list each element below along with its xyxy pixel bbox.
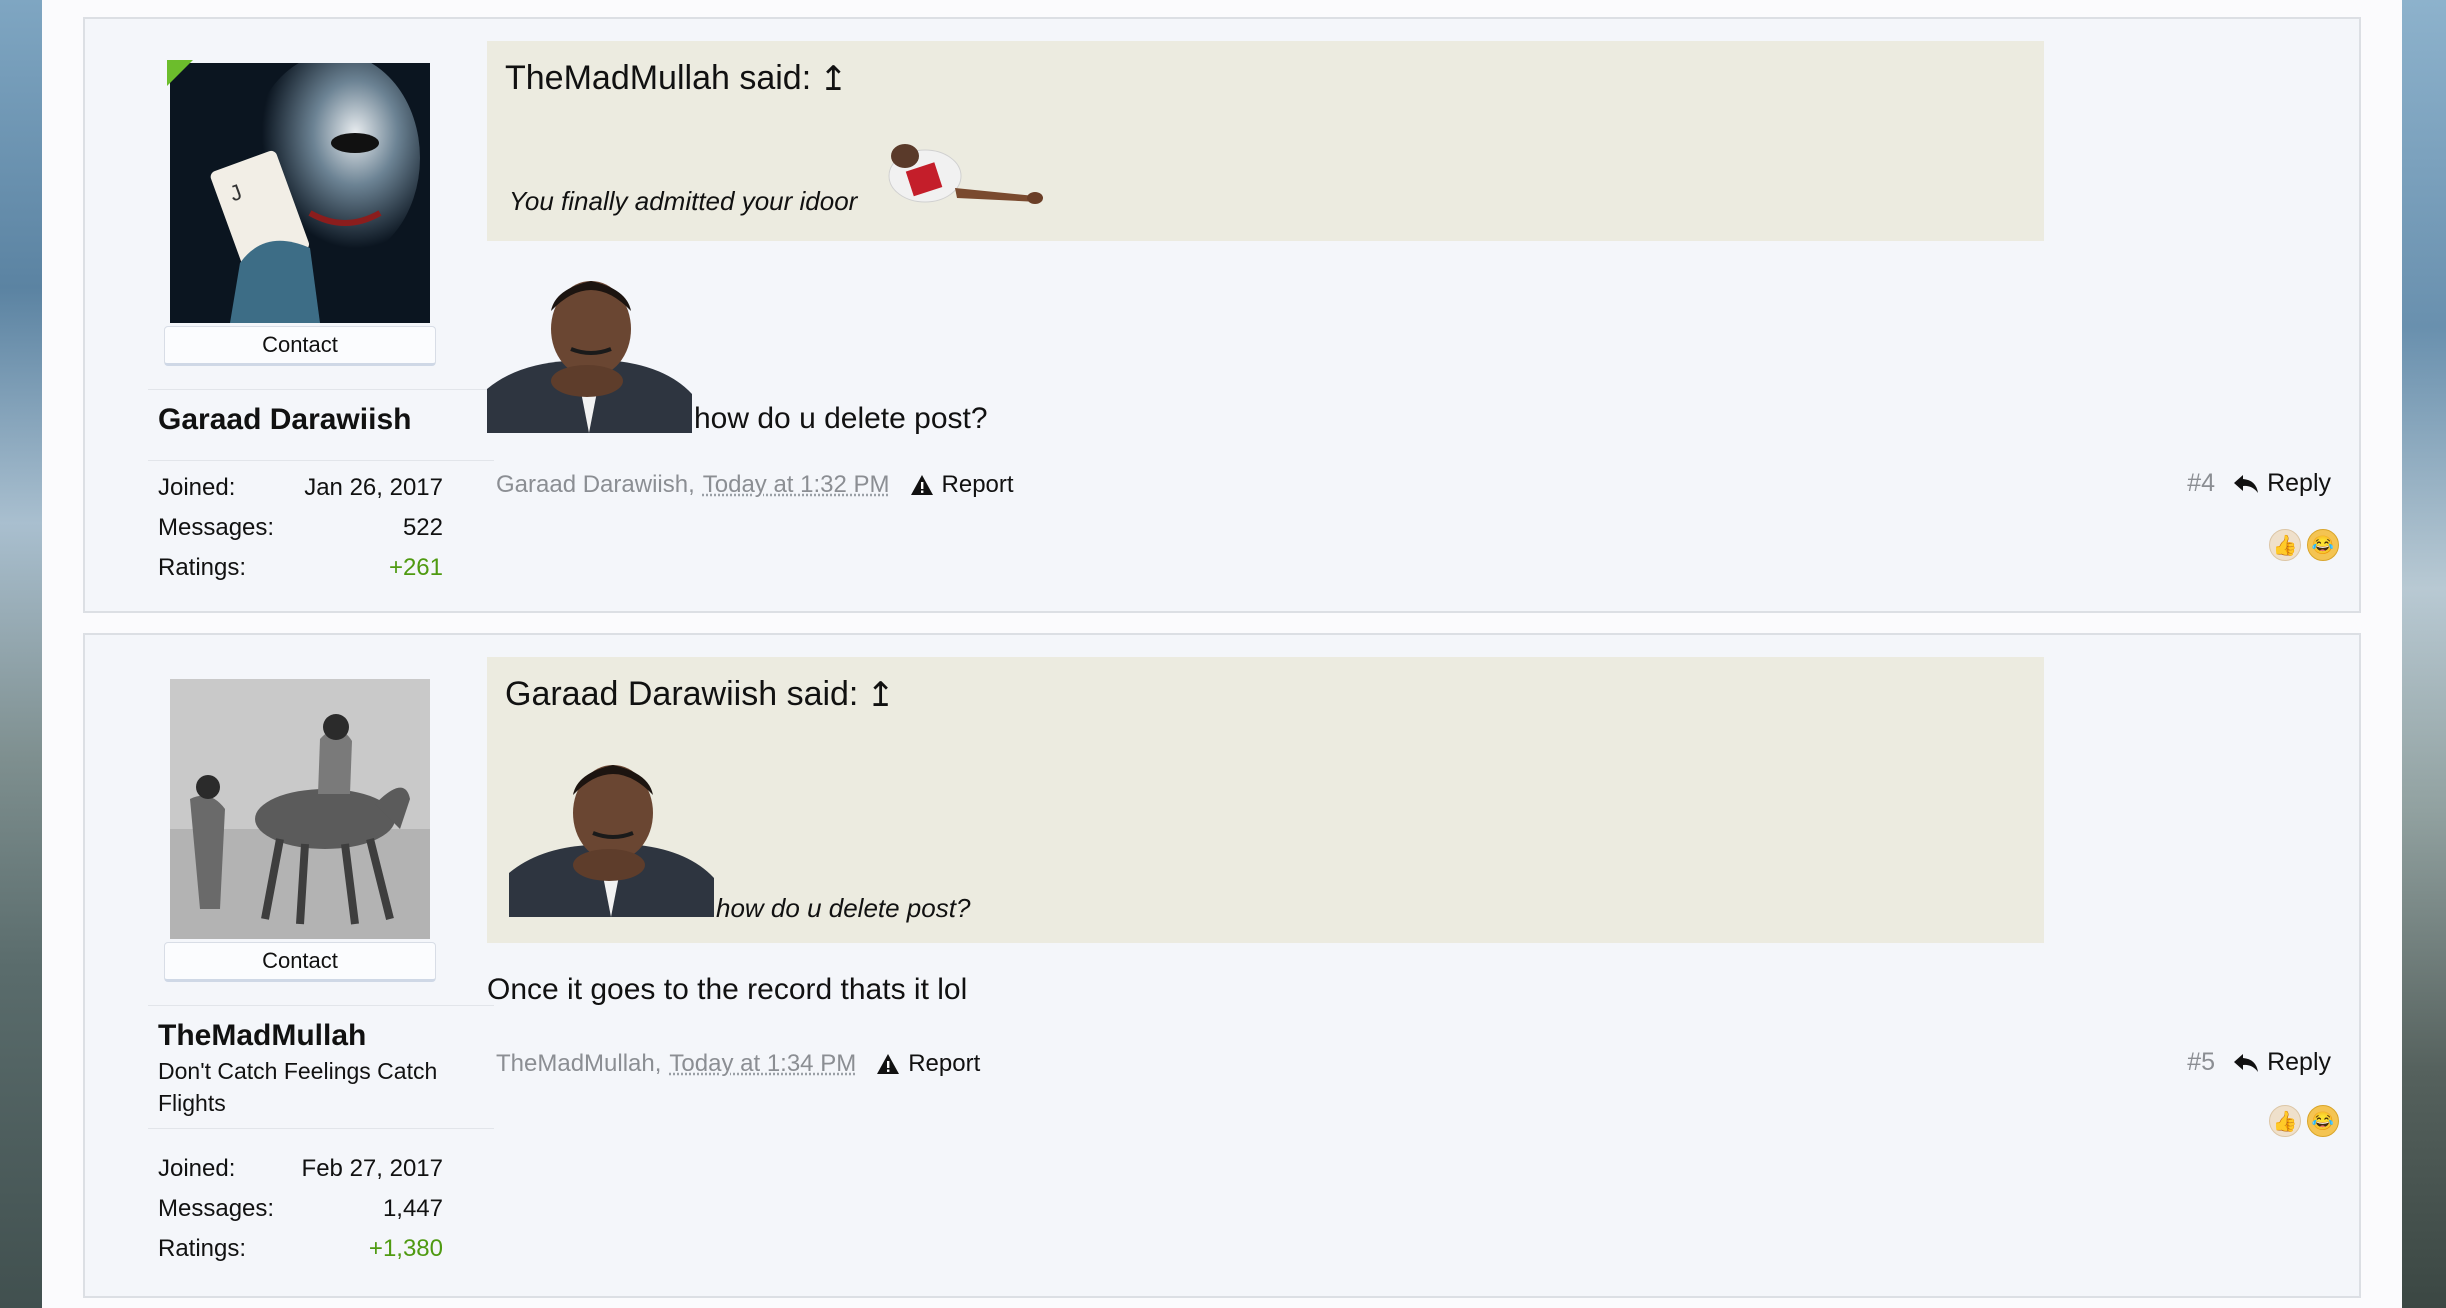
messages-stat: Messages: 522 <box>158 514 443 542</box>
warning-icon <box>877 1054 900 1074</box>
rating-icons: 👍 😂 <box>2269 529 2339 561</box>
quote-block: TheMadMullah said: ↥ You finally admitte… <box>487 41 2044 241</box>
meta-author[interactable]: TheMadMullah, <box>496 1050 661 1078</box>
camel-rider-avatar[interactable] <box>170 679 430 939</box>
quote-body: You finally admitted your idoor <box>509 136 1045 223</box>
post-number-link[interactable]: #5 <box>2187 1048 2215 1077</box>
reply-button[interactable]: Reply <box>2233 469 2331 498</box>
quote-text: how do u delete post? <box>716 893 971 923</box>
thread-page: J Contact Garaad Darawiish Joined: Jan 2… <box>42 0 2402 1308</box>
stat-value: +261 <box>388 554 443 581</box>
contact-button[interactable]: Contact <box>164 326 436 366</box>
quote-body: how do u delete post? <box>509 753 970 924</box>
user-title: Don't Catch Feelings Catch Flights <box>158 1058 438 1116</box>
post-meta: TheMadMullah, Today at 1:34 PM Report <box>496 1050 980 1078</box>
basketball-player-gif <box>865 136 1045 223</box>
stat-value: 1,447 <box>382 1195 443 1222</box>
ratings-stat: Ratings: +261 <box>158 554 443 582</box>
stat-label: Ratings: <box>158 1235 247 1262</box>
sidebar-divider <box>148 1005 494 1006</box>
post-meta: Garaad Darawiish, Today at 1:32 PM Repor… <box>496 471 1014 499</box>
reply-label: Reply <box>2267 1048 2331 1076</box>
thumbs-up-icon[interactable]: 👍 <box>2269 529 2301 561</box>
post-5: Contact TheMadMullah Don't Catch Feeling… <box>83 633 2361 1298</box>
sidebar-divider <box>148 460 494 461</box>
thinking-man-image <box>487 269 692 438</box>
meta-author[interactable]: Garaad Darawiish, <box>496 471 695 499</box>
message-text: how do u delete post? <box>694 402 988 435</box>
report-label: Report <box>908 1050 981 1077</box>
reply-button[interactable]: Reply <box>2233 1048 2331 1077</box>
post-4: J Contact Garaad Darawiish Joined: Jan 2… <box>83 17 2361 613</box>
stat-value: Jan 26, 2017 <box>304 474 443 501</box>
stat-label: Joined: <box>158 1155 236 1182</box>
reply-icon <box>2234 1053 2259 1072</box>
stat-label: Messages: <box>158 514 275 541</box>
ratings-stat: Ratings: +1,380 <box>158 1235 443 1263</box>
post-timestamp[interactable]: Today at 1:34 PM <box>669 1050 856 1078</box>
message-body: how do u delete post? <box>487 269 988 438</box>
report-label: Report <box>941 471 1014 498</box>
sidebar-divider <box>148 1128 494 1129</box>
quote-header: Garaad Darawiish said: ↥ <box>505 675 895 714</box>
stat-value: +1,380 <box>368 1235 443 1262</box>
message-text: Once it goes to the record thats it lol <box>487 973 968 1006</box>
stat-label: Joined: <box>158 474 236 501</box>
sidebar-divider <box>148 389 494 390</box>
stat-label: Messages: <box>158 1195 275 1222</box>
background-city-left <box>0 0 42 1308</box>
rating-icons: 👍 😂 <box>2269 1105 2339 1137</box>
quote-block: Garaad Darawiish said: ↥ how do u delete… <box>487 657 2044 943</box>
post-timestamp[interactable]: Today at 1:32 PM <box>703 471 890 499</box>
thumbs-up-icon[interactable]: 👍 <box>2269 1105 2301 1137</box>
report-link[interactable]: Report <box>910 471 1014 499</box>
stat-label: Ratings: <box>158 554 247 581</box>
background-city-right <box>2402 0 2446 1308</box>
username[interactable]: Garaad Darawiish <box>158 403 411 437</box>
username[interactable]: TheMadMullah <box>158 1019 366 1053</box>
jump-to-quote-icon[interactable]: ↥ <box>866 678 895 712</box>
contact-button[interactable]: Contact <box>164 942 436 982</box>
online-indicator <box>167 60 193 86</box>
quote-author: TheMadMullah said: <box>505 59 812 97</box>
messages-stat: Messages: 1,447 <box>158 1195 443 1223</box>
stat-value: 522 <box>402 514 443 541</box>
joined-stat: Joined: Jan 26, 2017 <box>158 474 443 502</box>
joined-stat: Joined: Feb 27, 2017 <box>158 1155 443 1183</box>
report-link[interactable]: Report <box>876 1050 980 1078</box>
post-actions: #4 Reply <box>2187 469 2331 498</box>
post-number-link[interactable]: #4 <box>2187 469 2215 498</box>
thinking-man-image <box>509 753 714 924</box>
quote-header: TheMadMullah said: ↥ <box>505 59 848 98</box>
joker-avatar[interactable]: J <box>170 63 430 323</box>
warning-icon <box>910 475 933 495</box>
stat-value: Feb 27, 2017 <box>301 1155 443 1182</box>
jump-to-quote-icon[interactable]: ↥ <box>819 62 848 96</box>
laugh-icon[interactable]: 😂 <box>2307 1105 2339 1137</box>
post-actions: #5 Reply <box>2187 1048 2331 1077</box>
reply-label: Reply <box>2267 469 2331 497</box>
reply-icon <box>2234 474 2259 493</box>
post-author-sidebar: J Contact Garaad Darawiish Joined: Jan 2… <box>85 19 494 611</box>
laugh-icon[interactable]: 😂 <box>2307 529 2339 561</box>
quote-author: Garaad Darawiish said: <box>505 675 859 713</box>
quote-text: You finally admitted your idoor <box>509 186 858 216</box>
post-author-sidebar: Contact TheMadMullah Don't Catch Feeling… <box>85 635 494 1296</box>
